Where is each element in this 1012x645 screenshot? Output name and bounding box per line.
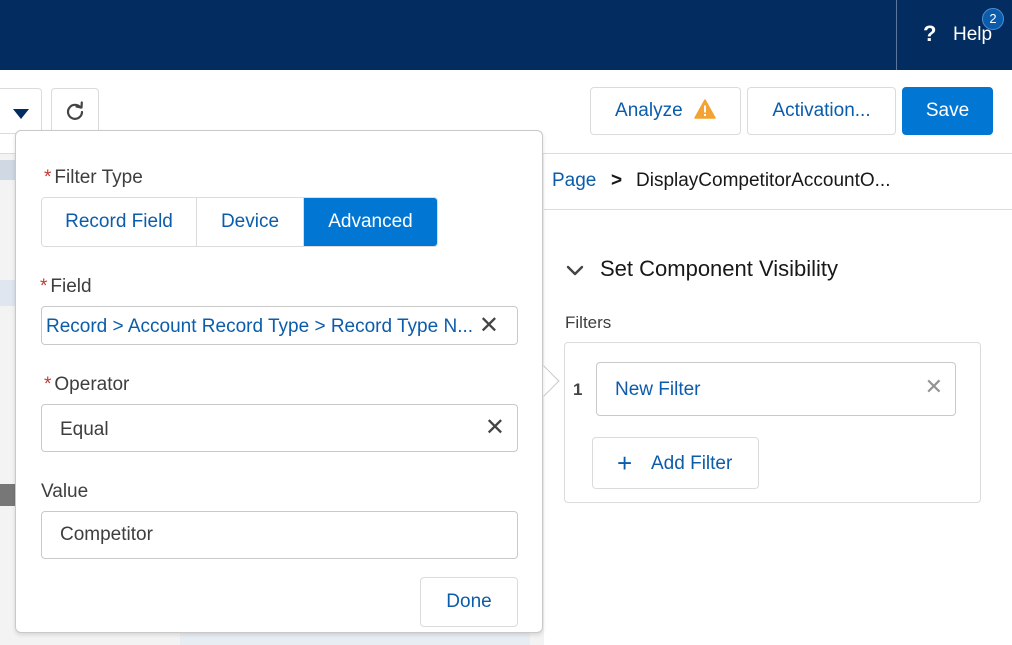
activation-label: Activation... (772, 100, 871, 121)
activation-button[interactable]: Activation... (747, 87, 896, 135)
save-label: Save (925, 100, 970, 121)
operator-select[interactable]: Equal ✕ (41, 404, 518, 452)
filter-item[interactable]: New Filter ✕ (596, 362, 956, 416)
required-marker: * (44, 167, 52, 188)
tab-device[interactable]: Device (197, 198, 304, 246)
add-filter-label: Add Filter (651, 453, 733, 474)
done-button[interactable]: Done (420, 577, 518, 627)
refresh-icon (66, 101, 84, 120)
operator-label: * Operator (44, 374, 130, 395)
breadcrumb-current: DisplayCompetitorAccountO... (636, 170, 891, 191)
filter-type-segmented-control: Record Field Device Advanced (41, 197, 438, 247)
required-marker: * (44, 374, 52, 395)
analyze-label: Analyze (615, 100, 683, 121)
filters-label: Filters (565, 313, 612, 332)
filter-type-label: * Filter Type (44, 167, 143, 188)
clear-operator-icon[interactable]: ✕ (485, 415, 505, 441)
value-label: Value (41, 481, 89, 502)
clear-field-icon[interactable]: ✕ (479, 313, 499, 339)
value-input[interactable] (42, 512, 517, 558)
view-dropdown-button[interactable] (0, 88, 42, 134)
tab-advanced[interactable]: Advanced (304, 198, 437, 246)
add-filter-button[interactable]: + Add Filter (592, 437, 759, 489)
analyze-button[interactable]: Analyze (590, 87, 741, 135)
filter-item-label: New Filter (615, 379, 701, 400)
breadcrumb-separator: > (611, 170, 623, 191)
field-label: * Field (40, 276, 92, 297)
breadcrumb-page-link[interactable]: Page (552, 170, 596, 192)
canvas-component-strip (0, 160, 16, 180)
tab-record-field[interactable]: Record Field (42, 198, 197, 246)
question-icon: ? (923, 21, 937, 46)
field-selector[interactable]: Record > Account Record Type > Record Ty… (41, 306, 518, 345)
save-button[interactable]: Save (902, 87, 993, 135)
warning-icon (694, 99, 716, 119)
section-title: Set Component Visibility (600, 256, 839, 281)
field-path-value[interactable]: Record > Account Record Type > Record Ty… (46, 316, 473, 338)
required-marker: * (40, 276, 48, 297)
canvas-component-strip (0, 280, 16, 306)
caret-down-icon (13, 109, 29, 119)
help-menu-button[interactable]: ? Help 2 (896, 0, 1012, 70)
filter-number: 1 (573, 380, 583, 399)
chevron-down-icon[interactable] (566, 262, 584, 280)
breadcrumb: Page > DisplayCompetitorAccountO... (544, 154, 1012, 210)
canvas-component-strip (0, 484, 16, 506)
global-header: ? Help 2 (0, 0, 1012, 70)
operator-value: Equal (60, 419, 109, 440)
plus-icon: + (617, 448, 633, 478)
help-notification-badge: 2 (982, 8, 1004, 30)
close-icon[interactable]: ✕ (925, 375, 943, 399)
refresh-button[interactable] (51, 88, 99, 134)
value-field (41, 511, 518, 559)
